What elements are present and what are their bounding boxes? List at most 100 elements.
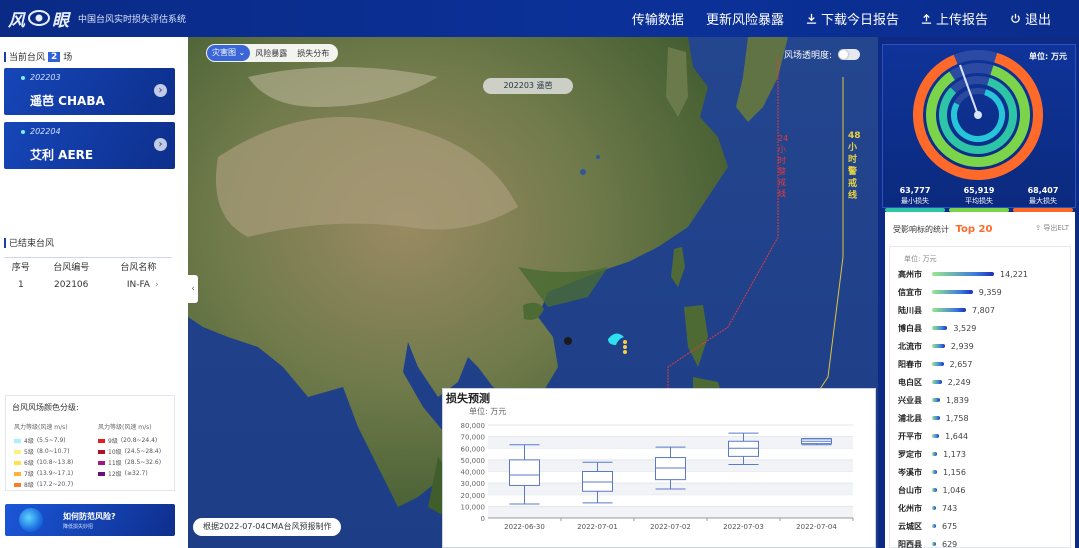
chevron-right-icon[interactable]: › xyxy=(154,84,167,97)
nav-update-exposure[interactable]: 更新风险暴露 xyxy=(706,9,784,28)
list-item[interactable]: 岑溪市 1,156 xyxy=(898,463,1068,481)
typhoon-code: 202203 xyxy=(30,73,61,82)
legend-item: 12级 (≥32.7) xyxy=(98,469,148,478)
region-name: 北流市 xyxy=(898,341,922,351)
legend-range: (13.9~17.1) xyxy=(36,470,74,477)
value-label: 7,807 xyxy=(972,305,995,315)
table-row[interactable]: 1 202106 IN-FA xyxy=(4,276,172,294)
list-item[interactable]: 高州市 14,221 xyxy=(898,265,1068,283)
warning-line-24h-label: 24小时警戒线 xyxy=(778,134,789,198)
export-button[interactable]: ⇪ 导出ELT xyxy=(1035,223,1069,233)
value-label: 3,529 xyxy=(953,323,977,333)
tab-loss-distribution[interactable]: 损失分布 xyxy=(292,48,334,59)
affected-stats-panel: 受影响标的统计 Top 20 ⇪ 导出ELT 单位: 万元 高州市 14,221 信… xyxy=(885,212,1075,548)
list-item[interactable]: 阳西县 629 xyxy=(898,535,1068,548)
list-item[interactable]: 台山市 1,046 xyxy=(898,481,1068,499)
nav-label: 上传报告 xyxy=(935,13,988,28)
status-dot xyxy=(21,76,25,80)
risk-tips-banner[interactable]: 如何防范风险? 降低损失妙招 xyxy=(5,504,175,536)
list-item[interactable]: 云城区 675 xyxy=(898,517,1068,535)
value-bar xyxy=(932,416,940,420)
list-item[interactable]: 博白县 3,529 xyxy=(898,319,1068,337)
upload-icon xyxy=(921,13,932,24)
list-item[interactable]: 阳春市 2,657 xyxy=(898,355,1068,373)
tab-risk-exposure[interactable]: 风险暴露 xyxy=(250,48,292,59)
loss-boxplot-chart: 0 10,000 20,000 30,000 40,000 50,000 60,000 70,… xyxy=(461,422,854,531)
table-cell: 1 xyxy=(17,279,24,290)
typhoon-name-label[interactable]: 202203 遥芭 xyxy=(483,78,573,94)
app-logo: 风 眼 中国台风实时损失评估系统 xyxy=(8,6,187,31)
nav-label: 传输数据 xyxy=(631,13,684,28)
finished-title-text: 已结束台风 xyxy=(9,239,55,249)
finished-typhoons-title: 已结束台风 xyxy=(4,236,54,249)
current-count-badge: 2 xyxy=(48,51,61,62)
wind-level-legend: 台风风场颜色分级: 风力等级(风速 m/s) 风力等级(风速 m/s) 4级 (5… xyxy=(5,395,175,491)
region-name: 兴业县 xyxy=(898,395,922,405)
app-subtitle: 中国台风实时损失评估系统 xyxy=(78,14,187,25)
y-tick-label: 20,000 xyxy=(461,492,486,500)
nav-upload-report[interactable]: 上传报告 xyxy=(921,9,988,28)
region-name: 信宜市 xyxy=(898,287,922,297)
region-name: 岑溪市 xyxy=(898,467,922,477)
list-item[interactable]: 化州市 743 xyxy=(898,499,1068,517)
nav-logout[interactable]: 退出 xyxy=(1010,9,1051,28)
table-cell: IN-FA xyxy=(126,279,150,290)
value-bar xyxy=(932,452,938,456)
value-label: 1,156 xyxy=(943,467,966,477)
legend-item: 6级 (10.8~13.8) xyxy=(14,458,73,467)
chevron-right-icon[interactable]: › xyxy=(155,280,159,290)
value-label: 1,839 xyxy=(946,395,969,405)
x-tick-label: 2022-07-03 xyxy=(723,523,764,531)
value-bar xyxy=(932,524,936,528)
tab-disaster-map[interactable]: 灾害图 ⌄ xyxy=(207,45,251,61)
nav-download-report[interactable]: 下载今日报告 xyxy=(806,9,899,28)
stat-label: 平均损失 xyxy=(965,197,993,205)
finished-typhoons-table: 序号 台风编号 台风名称 1 202106 IN-FA xyxy=(4,257,172,294)
status-dot xyxy=(21,130,25,134)
legend-range: (8.0~10.7) xyxy=(36,448,70,455)
value-bar xyxy=(932,542,936,546)
legend-range: (20.8~24.4) xyxy=(120,437,158,444)
legend-item: 7级 (13.9~17.1) xyxy=(14,469,73,478)
stat-max-loss: 68,407 最大损失 xyxy=(1013,186,1073,212)
wind-opacity-toggle[interactable] xyxy=(838,49,861,60)
current-title-prefix: 当前台风 xyxy=(9,53,46,63)
affected-stats-title: 受影响标的统计 Top 20 xyxy=(893,224,992,235)
col-header: 序号 xyxy=(11,263,30,274)
value-label: 9,359 xyxy=(978,287,1002,297)
list-item[interactable]: 陆川县 7,807 xyxy=(898,301,1068,319)
stat-value: 63,777 xyxy=(899,186,931,195)
legend-level: 12级 xyxy=(108,471,122,478)
list-item[interactable]: 罗定市 1,173 xyxy=(898,445,1068,463)
list-item[interactable]: 电白区 2,249 xyxy=(898,373,1068,391)
region-name: 云城区 xyxy=(898,521,922,531)
table-header-row: 序号 台风编号 台风名称 xyxy=(4,257,172,276)
box-body xyxy=(655,457,686,481)
value-bar xyxy=(932,308,967,312)
region-name: 化州市 xyxy=(898,503,922,513)
warning-line-48h-label: 48小时警戒线 xyxy=(848,131,861,201)
nav-transfer-data[interactable]: 传输数据 xyxy=(632,9,684,28)
ranking-list: 单位: 万元 高州市 14,221 信宜市 9,359 陆川县 7,807 博白县 3,529… xyxy=(889,246,1071,548)
typhoon-name: 遥芭 CHABA xyxy=(30,94,105,108)
title-text: 受影响标的统计 xyxy=(893,225,949,234)
list-item[interactable]: 开平市 1,644 xyxy=(898,427,1068,445)
value-bar xyxy=(932,344,945,348)
top-bar: 风 眼 中国台风实时损失评估系统 传输数据 更新风险暴露 下载今日报告 上传报告… xyxy=(0,0,1079,37)
list-item[interactable]: 兴业县 1,839 xyxy=(898,391,1068,409)
loss-summary-box: 单位: 万元 63,777 最小损失 65,919 平均损失 68,407 最大… xyxy=(882,44,1076,212)
color-swatch xyxy=(14,438,21,443)
value-label: 2,939 xyxy=(950,341,974,351)
typhoon-code: 202204 xyxy=(30,127,61,136)
color-swatch xyxy=(98,438,105,443)
y-tick-label: 10,000 xyxy=(461,503,486,511)
typhoon-card-aere[interactable]: 202204 艾利 AERE › xyxy=(4,122,175,169)
legend-item: 11级 (28.5~32.6) xyxy=(98,458,161,467)
chevron-right-icon[interactable]: › xyxy=(154,138,167,151)
list-item[interactable]: 北流市 2,939 xyxy=(898,337,1068,355)
list-item[interactable]: 浦北县 1,758 xyxy=(898,409,1068,427)
typhoon-card-chaba[interactable]: 202203 遥芭 CHABA › xyxy=(4,68,175,115)
collapse-left-panel-button[interactable]: ‹ xyxy=(188,275,198,303)
value-label: 1,046 xyxy=(942,485,966,495)
list-item[interactable]: 信宜市 9,359 xyxy=(898,283,1068,301)
